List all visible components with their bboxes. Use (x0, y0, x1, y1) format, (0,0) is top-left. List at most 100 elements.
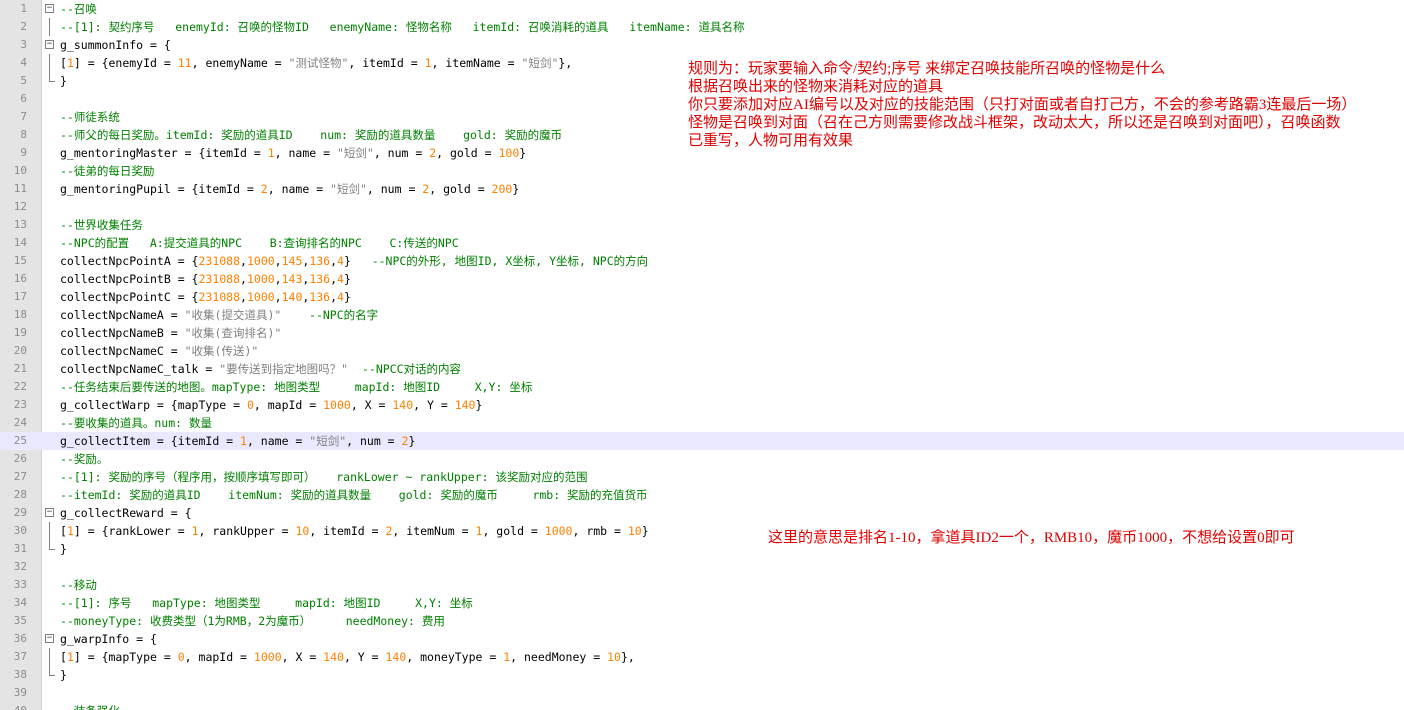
code-line[interactable]: 13 --世界收集任务 (0, 216, 1404, 234)
code-editor[interactable]: 1− --召唤 2 --[1]: 契约序号 enemyId: 召唤的怪物ID enem… (0, 0, 1404, 710)
line-number: 31 (13, 542, 27, 555)
code-token: , itemNum = (392, 524, 476, 538)
line-number: 28 (13, 488, 27, 501)
code-token: , (240, 290, 247, 304)
code-token: , (240, 272, 247, 286)
code-line[interactable]: 12 (0, 198, 1404, 216)
code-line[interactable]: 10 --徒弟的每日奖励 (0, 162, 1404, 180)
code-token: 231088 (198, 290, 241, 304)
fold-guide-line (49, 648, 50, 666)
code-text: } (60, 540, 67, 558)
line-number: 25 (13, 434, 27, 447)
code-line[interactable]: 21 collectNpcNameC_talk = "要传送到指定地图吗？" --… (0, 360, 1404, 378)
code-line[interactable]: 15 collectNpcPointA = {231088,1000,145,13… (0, 252, 1404, 270)
code-token: , (330, 290, 338, 304)
code-line[interactable]: 28 --itemId: 奖励的道具ID itemNum: 奖励的道具数量 gol… (0, 486, 1404, 504)
code-token: --世界收集任务 (60, 218, 143, 232)
code-line[interactable]: 18 collectNpcNameA = "收集(提交道具)" --NPC的名字 (0, 306, 1404, 324)
code-line[interactable]: 37 [1] = {mapType = 0, mapId = 1000, X = … (0, 648, 1404, 666)
code-line[interactable]: 11 g_mentoringPupil = {itemId = 2, name =… (0, 180, 1404, 198)
code-line[interactable]: 23 g_collectWarp = {mapType = 0, mapId = … (0, 396, 1404, 414)
code-line[interactable]: 16 collectNpcPointB = {231088,1000,143,13… (0, 270, 1404, 288)
code-token: 140 (385, 650, 407, 664)
annotation-line: 已重写，人物可用有效果 (688, 133, 854, 149)
fold-end-marker (49, 666, 55, 676)
code-line[interactable]: 26 --奖励。 (0, 450, 1404, 468)
code-token: , (330, 272, 338, 286)
code-text: --[1]: 奖励的序号（程序用，按顺序填写即可） rankLower ~ ra… (60, 468, 587, 486)
code-token: , itemId = (309, 524, 386, 538)
code-token: collectNpcPointB = { (60, 272, 199, 286)
code-token: "短剑" (309, 434, 347, 448)
fold-toggle-icon[interactable]: − (45, 508, 54, 517)
code-token: } (475, 398, 483, 412)
code-line[interactable]: 36 − g_warpInfo = { (0, 630, 1404, 648)
code-token: --NPC的外形, 地图ID, X坐标, Y坐标, NPC的方向 (371, 254, 649, 268)
code-line[interactable]: 17 collectNpcPointC = {231088,1000,140,13… (0, 288, 1404, 306)
fold-toggle-icon[interactable]: − (45, 40, 54, 49)
line-number: 26 (13, 452, 27, 465)
code-token: 1000 (246, 254, 275, 268)
code-line[interactable]: 2 --[1]: 契约序号 enemyId: 召唤的怪物ID enemyName:… (0, 18, 1404, 36)
code-token: , (274, 290, 282, 304)
code-line[interactable]: 20 collectNpcNameC = "收集(传送)" (0, 342, 1404, 360)
code-token: 140 (323, 650, 344, 664)
line-number: 3 (20, 38, 27, 51)
code-token: , (274, 272, 282, 286)
code-line[interactable]: 32 (0, 558, 1404, 576)
code-token: g_warpInfo = { (60, 632, 157, 646)
code-token: , mapId = (253, 398, 324, 412)
code-line[interactable]: 14 --NPC的配置 A:提交道具的NPC B:查询排名的NPC C:传送的NP… (0, 234, 1404, 252)
code-line[interactable]: 39 (0, 684, 1404, 702)
code-text: --世界收集任务 (60, 216, 143, 234)
code-line[interactable]: 19 collectNpcNameB = "收集(查询排名)" (0, 324, 1404, 342)
code-token: --itemId: 奖励的道具ID itemNum: 奖励的道具数量 gold:… (60, 488, 648, 502)
code-line[interactable]: 27 --[1]: 奖励的序号（程序用，按顺序填写即可） rankLower ~ … (0, 468, 1404, 486)
line-number: 19 (13, 326, 27, 339)
code-token: 4 (337, 290, 344, 304)
code-token: collectNpcPointC = { (60, 290, 199, 304)
code-token: 1 (267, 146, 275, 160)
line-number: 30 (13, 524, 27, 537)
code-token: "短剑" (330, 182, 367, 196)
code-line[interactable]: 24 --要收集的道具。num: 数量 (0, 414, 1404, 432)
line-number: 33 (13, 578, 27, 591)
code-token: } (343, 272, 351, 286)
line-number: 32 (13, 560, 27, 573)
code-line[interactable]: 22 --任务结束后要传送的地图。mapType: 地图类型 mapId: 地图I… (0, 378, 1404, 396)
code-text: collectNpcNameB = "收集(查询排名)" (60, 324, 281, 342)
code-line[interactable]: 3 − g_summonInfo = { (0, 36, 1404, 54)
code-line[interactable]: 34 --[1]: 序号 mapType: 地图类型 mapId: 地图ID X,… (0, 594, 1404, 612)
code-token: --NPC的配置 A:提交道具的NPC B:查询排名的NPC C:传送的NPC (60, 236, 459, 250)
code-token: --师父的每日奖励。itemId: 奖励的道具ID num: 奖励的道具数量 g… (60, 128, 563, 142)
fold-toggle-icon[interactable]: − (45, 634, 54, 643)
code-line[interactable]: 38} (0, 666, 1404, 684)
code-token: , enemyName = (191, 56, 289, 70)
code-token: , gold = (436, 146, 499, 160)
code-line[interactable]: 35 --moneyType: 收费类型（1为RMB，2为魔币） needMone… (0, 612, 1404, 630)
code-token: 136 (309, 254, 331, 268)
code-line[interactable]: 29 − g_collectReward = { (0, 504, 1404, 522)
code-line[interactable]: 40 --装备强化 (0, 702, 1404, 710)
code-token: , (330, 254, 338, 268)
code-text: --[1]: 契约序号 enemyId: 召唤的怪物ID enemyName: … (60, 18, 745, 36)
code-token: , X = (281, 650, 324, 664)
code-text: collectNpcNameC_talk = "要传送到指定地图吗？" --NP… (60, 360, 461, 378)
code-text: collectNpcNameA = "收集(提交道具)" --NPC的名字 (60, 306, 378, 324)
line-number: 12 (13, 200, 27, 213)
line-number: 39 (13, 686, 27, 699)
code-token: , rankUpper = (198, 524, 296, 538)
code-token: --moneyType: 收费类型（1为RMB，2为魔币） needMoney:… (60, 614, 445, 628)
code-line[interactable]: 1 − --召唤 (0, 0, 1404, 18)
code-line[interactable]: 33 --移动 (0, 576, 1404, 594)
code-line[interactable]: 25 g_collectItem = {itemId = 1, name = "短… (0, 432, 1404, 450)
code-token: collectNpcNameB = (60, 326, 185, 340)
code-text: g_mentoringPupil = {itemId = 2, name = "… (60, 180, 519, 198)
code-token: , Y = (343, 650, 386, 664)
code-token: 10 (607, 650, 621, 664)
code-text: --moneyType: 收费类型（1为RMB，2为魔币） needMoney:… (60, 612, 445, 630)
fold-toggle-icon[interactable]: − (45, 4, 54, 13)
fold-end-marker (49, 72, 55, 82)
code-token: 136 (309, 290, 331, 304)
fold-guide-line (49, 18, 50, 36)
